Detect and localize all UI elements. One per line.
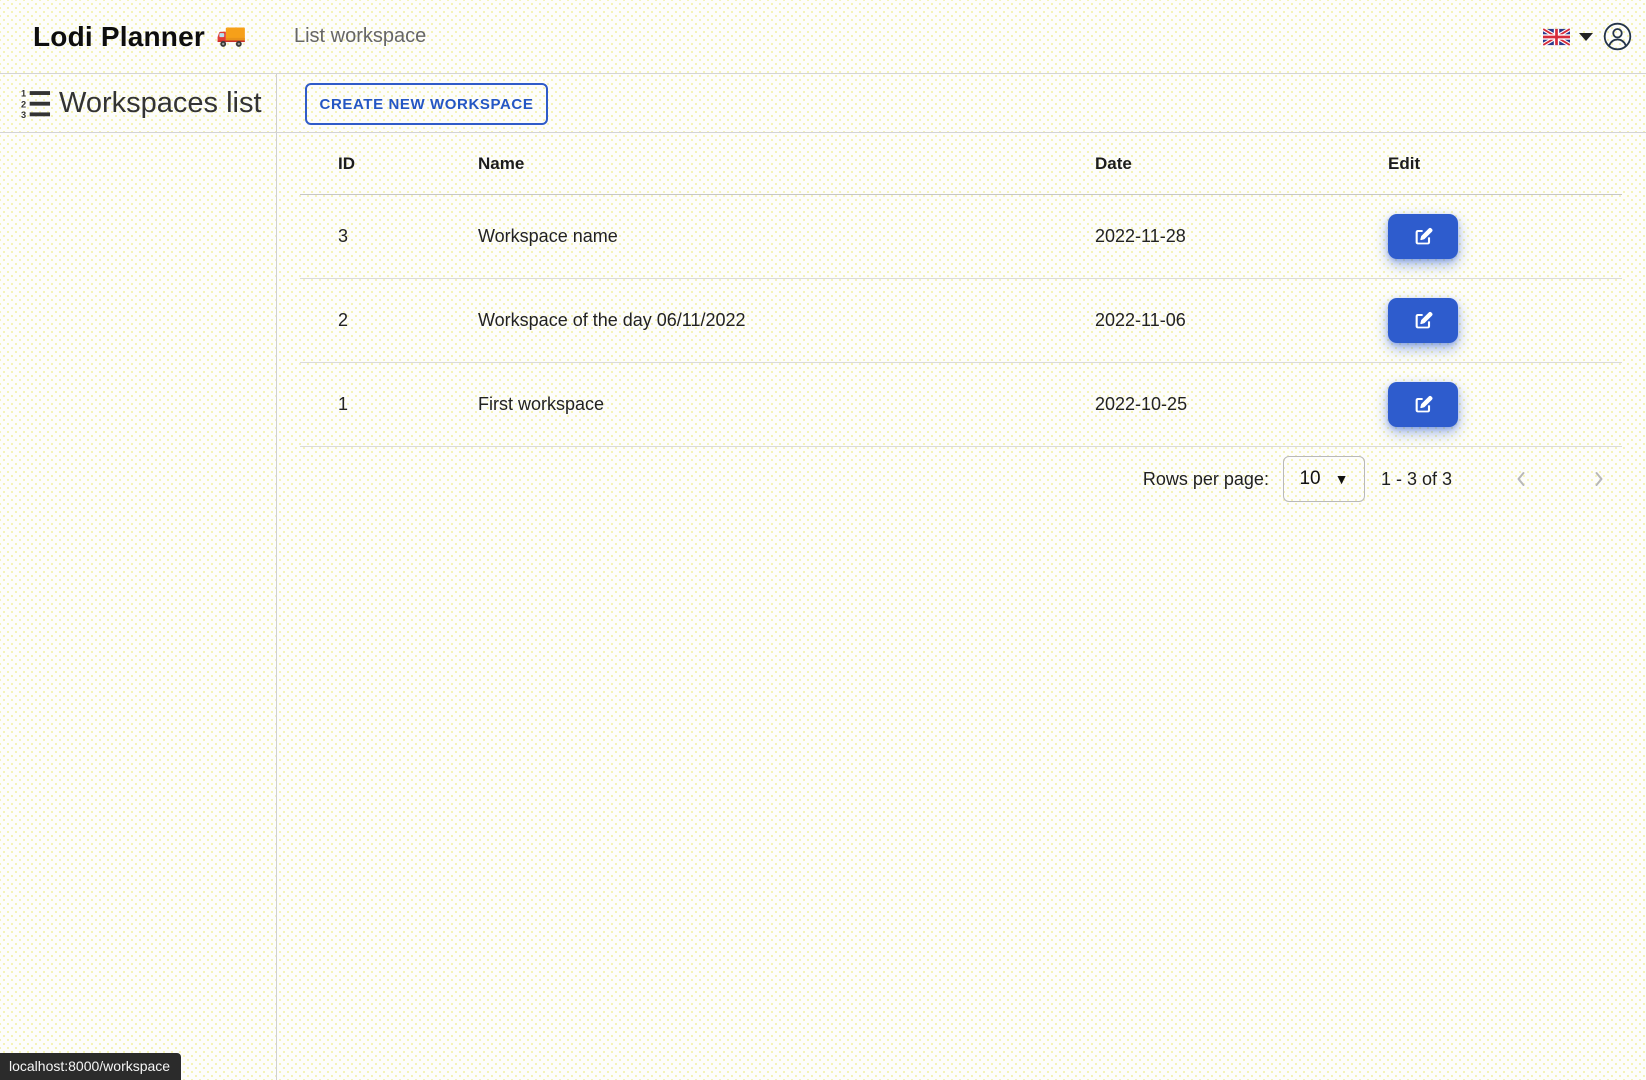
chevron-right-icon (1587, 467, 1611, 491)
header-right (1543, 22, 1646, 51)
pagination-range-label: 1 - 3 of 3 (1381, 469, 1452, 490)
pen-square-icon (1413, 310, 1434, 331)
cell-date: 2022-11-06 (1095, 310, 1388, 331)
caret-down-icon (1579, 33, 1593, 41)
svg-text:2: 2 (21, 99, 26, 109)
column-header-id: ID (338, 154, 478, 174)
edit-workspace-button[interactable] (1388, 382, 1458, 427)
status-bar-url: localhost:8000/workspace (0, 1053, 181, 1080)
edit-workspace-button[interactable] (1388, 214, 1458, 259)
section-title: Workspaces list (59, 87, 262, 120)
cell-name: Workspace of the day 06/11/2022 (478, 310, 1095, 331)
app-header: Lodi Planner List workspace (0, 0, 1646, 74)
user-circle-icon[interactable] (1603, 22, 1632, 51)
cell-name: Workspace name (478, 226, 1095, 247)
chevron-left-icon (1509, 467, 1533, 491)
table-row: 2 Workspace of the day 06/11/2022 2022-1… (300, 279, 1622, 363)
workspaces-table: ID Name Date Edit 3 Workspace name 2022-… (300, 133, 1622, 511)
next-page-button[interactable] (1586, 466, 1612, 492)
column-header-date: Date (1095, 154, 1388, 174)
delivery-truck-icon (215, 24, 247, 50)
brand-title: Lodi Planner (33, 21, 205, 53)
cell-date: 2022-11-28 (1095, 226, 1388, 247)
column-header-name: Name (478, 154, 1095, 174)
create-new-workspace-button[interactable]: CREATE NEW WORKSPACE (305, 83, 548, 125)
ordered-list-icon: 1 2 3 (20, 87, 51, 120)
brand: Lodi Planner (33, 21, 247, 53)
svg-text:1: 1 (21, 88, 26, 98)
rows-per-page-select[interactable]: 10 ▼ (1283, 456, 1365, 502)
table-header-row: ID Name Date Edit (300, 133, 1622, 195)
cell-date: 2022-10-25 (1095, 394, 1388, 415)
edit-workspace-button[interactable] (1388, 298, 1458, 343)
pagination-bar: Rows per page: 10 ▼ 1 - 3 of 3 (300, 447, 1622, 511)
caret-down-icon: ▼ (1335, 471, 1349, 487)
cell-name: First workspace (478, 394, 1095, 415)
previous-page-button[interactable] (1508, 466, 1534, 492)
svg-text:3: 3 (21, 110, 26, 120)
cell-id: 1 (338, 394, 478, 415)
page-title: List workspace (294, 25, 426, 48)
cell-id: 2 (338, 310, 478, 331)
pen-square-icon (1413, 226, 1434, 247)
cell-id: 3 (338, 226, 478, 247)
table-row: 1 First workspace 2022-10-25 (300, 363, 1622, 447)
table-row: 3 Workspace name 2022-11-28 (300, 195, 1622, 279)
rows-per-page-value: 10 (1299, 468, 1320, 490)
pen-square-icon (1413, 394, 1434, 415)
sidebar (0, 133, 277, 1080)
section-header: 1 2 3 Workspaces list (0, 74, 277, 132)
language-switcher[interactable] (1543, 28, 1593, 46)
uk-flag-icon (1543, 28, 1570, 46)
rows-per-page-label: Rows per page: (1143, 469, 1269, 490)
column-header-edit: Edit (1388, 154, 1622, 174)
section-band: 1 2 3 Workspaces list CREATE NEW WORKSPA… (0, 74, 1646, 133)
